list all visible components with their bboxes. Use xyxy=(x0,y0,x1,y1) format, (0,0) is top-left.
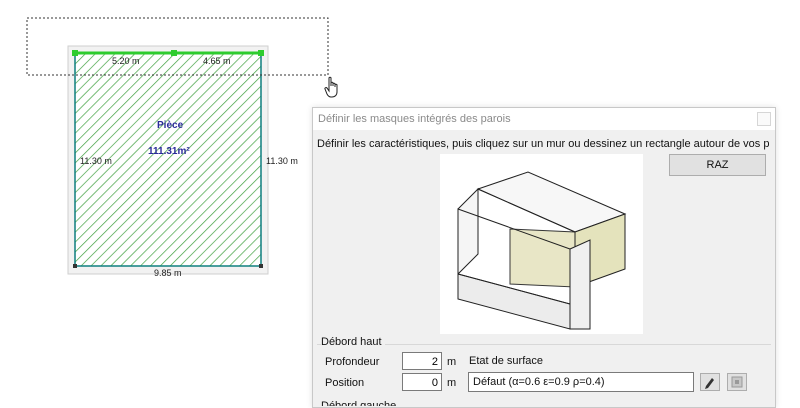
library-icon xyxy=(731,376,743,388)
dialog-titlebar[interactable]: Définir les masques intégrés des parois xyxy=(313,108,775,130)
surface-field[interactable]: Défaut (α=0.6 ε=0.9 ρ=0.4) xyxy=(468,372,694,392)
dim-top-left: 5.20 m xyxy=(112,56,140,66)
room-area: 111.31m² xyxy=(148,146,190,157)
close-button[interactable] xyxy=(757,112,771,126)
profondeur-input[interactable]: 2 xyxy=(402,352,442,370)
dialog-title: Définir les masques intégrés des parois xyxy=(318,113,511,125)
masks-dialog: Définir les masques intégrés des parois … xyxy=(312,107,776,408)
dim-bottom: 9.85 m xyxy=(154,268,182,278)
box-3d-preview-icon xyxy=(457,171,627,330)
wall-node-right[interactable] xyxy=(258,50,264,56)
position-input[interactable]: 0 xyxy=(402,373,442,391)
profondeur-label: Profondeur xyxy=(325,356,380,368)
box-preview xyxy=(440,154,643,334)
section-divider xyxy=(317,344,771,345)
position-label: Position xyxy=(325,377,365,389)
instruction-text: Définir les caractéristiques, puis cliqu… xyxy=(317,138,770,150)
position-unit: m xyxy=(447,377,457,389)
profondeur-unit: m xyxy=(447,356,457,368)
section-debord-gauche: Débord gauche xyxy=(321,400,397,406)
dim-left: 11.30 m xyxy=(80,156,112,166)
dim-top-right: 4.65 m xyxy=(203,56,231,66)
corner-node-br[interactable] xyxy=(259,264,263,268)
edit-surface-button[interactable] xyxy=(700,373,720,391)
pencil-icon xyxy=(705,378,714,389)
surface-library-button[interactable] xyxy=(727,373,747,391)
corner-node-bl[interactable] xyxy=(73,264,77,268)
section-debord-haut: Débord haut xyxy=(321,336,385,348)
wall-node-mid[interactable] xyxy=(171,50,177,56)
wall-node-left[interactable] xyxy=(72,50,78,56)
hand-cursor-icon xyxy=(324,76,338,98)
raz-button[interactable]: RAZ xyxy=(669,154,766,176)
surface-label: Etat de surface xyxy=(469,355,543,367)
room-name: Pièce xyxy=(157,120,184,131)
dim-right: 11.30 m xyxy=(266,156,298,166)
